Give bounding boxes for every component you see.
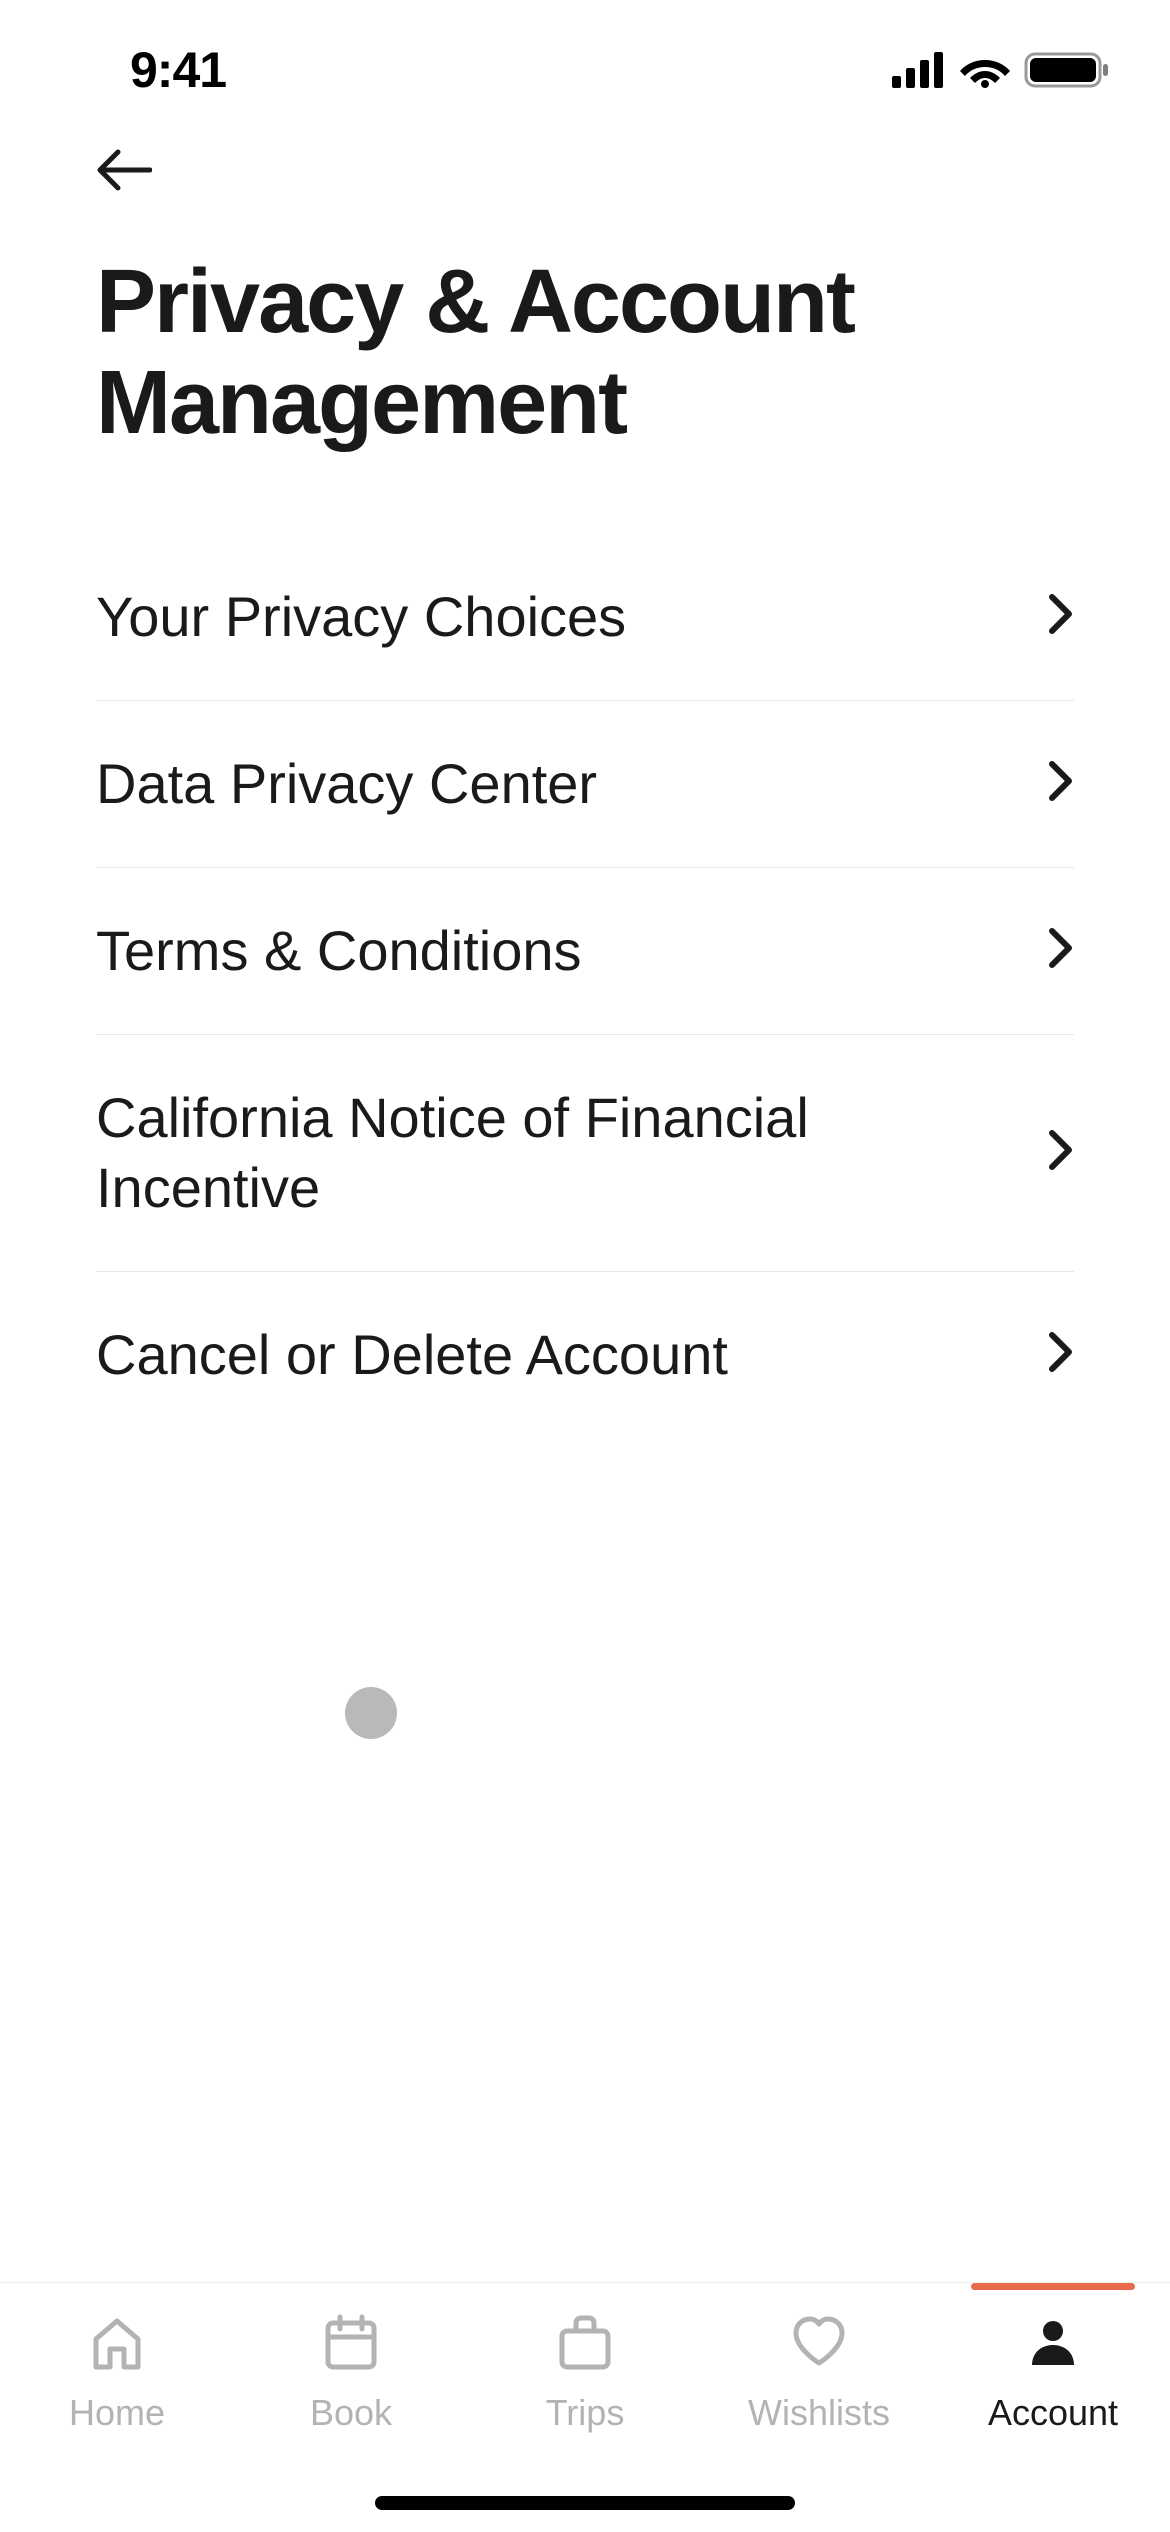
battery-icon xyxy=(1024,50,1110,90)
menu-item-label: Cancel or Delete Account xyxy=(96,1320,728,1390)
calendar-icon xyxy=(318,2309,384,2380)
menu-item-data-privacy-center[interactable]: Data Privacy Center xyxy=(96,701,1074,868)
tab-book[interactable]: Book xyxy=(234,2309,468,2434)
briefcase-icon xyxy=(552,2309,618,2380)
chevron-right-icon xyxy=(1048,760,1074,807)
chevron-right-icon xyxy=(1048,1331,1074,1378)
menu-list: Your Privacy Choices Data Privacy Center… xyxy=(0,454,1170,1438)
tab-home[interactable]: Home xyxy=(0,2309,234,2434)
back-arrow-icon xyxy=(96,148,152,192)
status-indicators xyxy=(892,50,1110,90)
tab-label: Account xyxy=(988,2392,1118,2434)
tab-account[interactable]: Account xyxy=(936,2309,1170,2434)
tab-bar: Home Book Trips Wishlists xyxy=(0,2282,1170,2532)
person-icon xyxy=(1020,2309,1086,2380)
tab-wishlists[interactable]: Wishlists xyxy=(702,2309,936,2434)
tab-label: Home xyxy=(69,2392,165,2434)
tab-label: Book xyxy=(310,2392,392,2434)
touch-indicator xyxy=(345,1687,397,1739)
wifi-icon xyxy=(960,52,1010,88)
status-bar: 9:41 xyxy=(0,0,1170,110)
tab-trips[interactable]: Trips xyxy=(468,2309,702,2434)
menu-item-label: Data Privacy Center xyxy=(96,749,597,819)
menu-item-label: Your Privacy Choices xyxy=(96,582,626,652)
home-icon xyxy=(84,2309,150,2380)
chevron-right-icon xyxy=(1048,593,1074,640)
status-time: 9:41 xyxy=(130,41,226,99)
chevron-right-icon xyxy=(1048,1129,1074,1176)
tab-label: Trips xyxy=(546,2392,625,2434)
heart-icon xyxy=(786,2309,852,2380)
menu-item-privacy-choices[interactable]: Your Privacy Choices xyxy=(96,534,1074,701)
menu-item-label: Terms & Conditions xyxy=(96,916,582,986)
tab-active-indicator xyxy=(971,2283,1135,2290)
menu-item-terms-conditions[interactable]: Terms & Conditions xyxy=(96,868,1074,1035)
menu-item-cancel-delete-account[interactable]: Cancel or Delete Account xyxy=(96,1272,1074,1438)
cellular-signal-icon xyxy=(892,52,946,88)
back-button[interactable] xyxy=(0,110,1170,192)
tab-label: Wishlists xyxy=(748,2392,890,2434)
menu-item-california-notice[interactable]: California Notice of Financial Incentive xyxy=(96,1035,1074,1272)
home-indicator[interactable] xyxy=(375,2496,795,2510)
chevron-right-icon xyxy=(1048,927,1074,974)
page-title: Privacy & Account Management xyxy=(0,192,1170,454)
menu-item-label: California Notice of Financial Incentive xyxy=(96,1083,896,1223)
